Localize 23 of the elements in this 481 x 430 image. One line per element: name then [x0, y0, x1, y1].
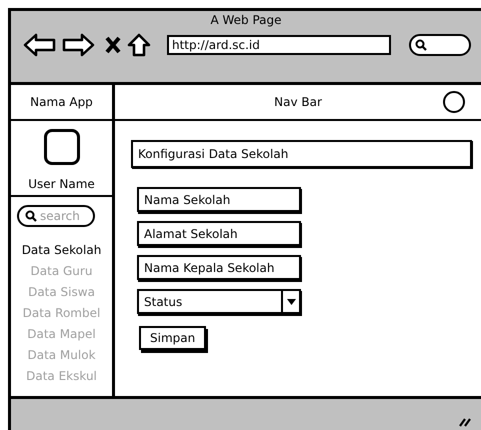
back-arrow-icon[interactable]: [23, 33, 56, 57]
input-field[interactable]: Alamat Sekolah: [137, 221, 301, 246]
sidebar-item[interactable]: Data Sekolah: [20, 241, 104, 260]
forward-arrow-icon[interactable]: [62, 33, 95, 57]
resize-grip-icon[interactable]: [459, 417, 471, 427]
save-button[interactable]: Simpan: [139, 326, 206, 350]
url-field[interactable]: http://ard.sc.id: [167, 35, 391, 55]
browser-search-field[interactable]: [409, 34, 471, 56]
form-title: Konfigurasi Data Sekolah: [131, 140, 472, 168]
input-field[interactable]: Nama Kepala Sekolah: [137, 255, 301, 280]
window-title: A Web Page: [210, 13, 282, 27]
close-icon[interactable]: [105, 36, 121, 54]
input-field[interactable]: Nama Sekolah: [137, 187, 301, 212]
status-dropdown[interactable]: Status: [137, 289, 301, 314]
avatar-icon: [44, 129, 80, 165]
search-icon: [25, 210, 37, 222]
search-icon: [415, 39, 427, 51]
home-icon[interactable]: [127, 33, 151, 57]
nav-bar-title: Nav Bar: [274, 95, 322, 109]
user-name: User Name: [28, 177, 95, 191]
caret-icon: [286, 298, 296, 304]
app-name: Nama App: [30, 95, 93, 109]
profile-circle-icon[interactable]: [443, 91, 465, 113]
